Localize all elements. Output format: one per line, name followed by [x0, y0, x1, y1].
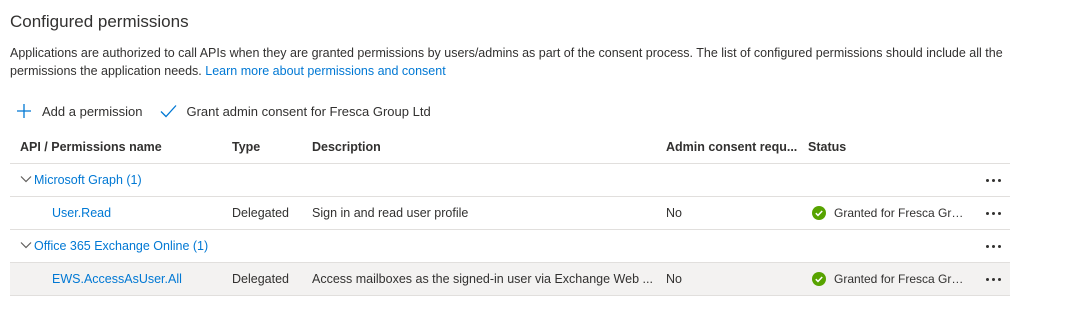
- permission-type: Delegated: [232, 272, 289, 286]
- description-text: Applications are authorized to call APIs…: [10, 46, 1003, 78]
- status-text: Granted for Fresca Grou...: [834, 206, 970, 220]
- group-toggle[interactable]: Microsoft Graph (1): [20, 164, 142, 196]
- column-header-admin-consent[interactable]: Admin consent requ...: [666, 131, 804, 163]
- table-header: API / Permissions name Type Description …: [10, 131, 1010, 164]
- permission-row: EWS.AccessAsUser.All Delegated Access ma…: [10, 263, 1010, 296]
- more-actions-button[interactable]: [982, 263, 1004, 295]
- more-icon: [985, 244, 1001, 248]
- grant-admin-consent-button[interactable]: Grant admin consent for Fresca Group Ltd: [158, 101, 431, 121]
- permission-description: Sign in and read user profile: [312, 206, 469, 220]
- permission-name-link[interactable]: EWS.AccessAsUser.All: [52, 272, 182, 286]
- section-description: Applications are authorized to call APIs…: [10, 44, 1020, 80]
- more-icon: [985, 211, 1001, 215]
- more-actions-button[interactable]: [982, 197, 1004, 229]
- permission-type: Delegated: [232, 206, 289, 220]
- group-name: Microsoft Graph (1): [34, 173, 142, 187]
- group-toggle[interactable]: Office 365 Exchange Online (1): [20, 230, 208, 262]
- command-bar: Add a permission Grant admin consent for…: [14, 100, 447, 122]
- plus-icon: [14, 101, 34, 121]
- admin-consent-required: No: [666, 272, 682, 286]
- chevron-down-icon: [20, 242, 32, 249]
- learn-more-link[interactable]: Learn more about permissions and consent: [205, 64, 445, 78]
- grant-admin-consent-label: Grant admin consent for Fresca Group Ltd: [186, 103, 431, 119]
- column-header-type[interactable]: Type: [232, 131, 307, 163]
- permission-name-link[interactable]: User.Read: [52, 206, 111, 220]
- more-actions-button[interactable]: [982, 164, 1004, 196]
- chevron-down-icon: [20, 176, 32, 183]
- group-name: Office 365 Exchange Online (1): [34, 239, 209, 253]
- column-header-status[interactable]: Status: [808, 131, 978, 163]
- column-header-api[interactable]: API / Permissions name: [20, 131, 220, 163]
- check-circle-icon: [812, 272, 826, 286]
- status-cell: Granted for Fresca Grou...: [812, 263, 982, 295]
- permission-row: User.Read Delegated Sign in and read use…: [10, 197, 1010, 230]
- more-actions-button[interactable]: [982, 230, 1004, 262]
- group-row-microsoft-graph[interactable]: Microsoft Graph (1): [10, 164, 1010, 197]
- permission-description: Access mailboxes as the signed-in user v…: [312, 272, 653, 286]
- check-circle-icon: [812, 206, 826, 220]
- add-permission-button[interactable]: Add a permission: [14, 101, 142, 121]
- more-icon: [985, 178, 1001, 182]
- permissions-table: API / Permissions name Type Description …: [10, 131, 1010, 296]
- page-title: Configured permissions: [10, 12, 189, 31]
- status-cell: Granted for Fresca Grou...: [812, 197, 982, 229]
- admin-consent-required: No: [666, 206, 682, 220]
- checkmark-icon: [158, 101, 178, 121]
- column-header-description[interactable]: Description: [312, 131, 662, 163]
- group-row-office-365-exchange[interactable]: Office 365 Exchange Online (1): [10, 230, 1010, 263]
- status-text: Granted for Fresca Grou...: [834, 272, 970, 286]
- add-permission-label: Add a permission: [42, 103, 143, 119]
- more-icon: [985, 277, 1001, 281]
